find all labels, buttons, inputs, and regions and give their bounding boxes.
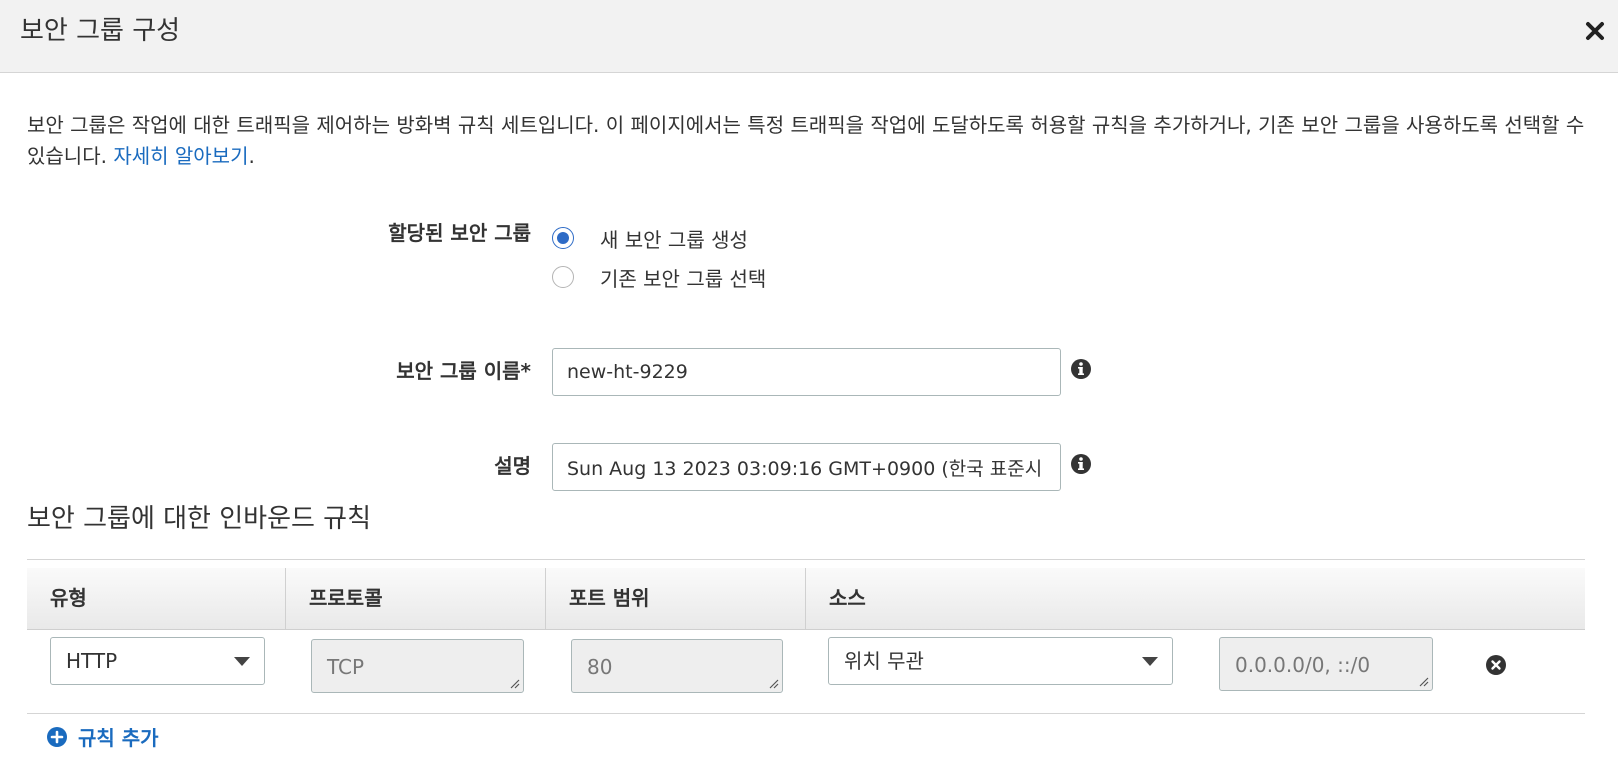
type-select-value: HTTP [66,649,118,673]
column-port-range: 포트 범위 [546,568,806,629]
chevron-down-icon [1142,657,1158,666]
learn-more-link[interactable]: 자세히 알아보기 [113,144,248,168]
column-protocol: 프로토콜 [286,568,546,629]
type-select[interactable]: HTTP [50,637,265,685]
assigned-group-label: 할당된 보안 그룹 [388,221,531,245]
protocol-field: TCP [311,639,524,693]
close-icon[interactable] [1582,18,1608,44]
radio-select-existing[interactable]: 기존 보안 그룹 선택 [552,262,766,292]
intro-body: 보안 그룹은 작업에 대한 트래픽을 제어하는 방화벽 규칙 세트입니다. 이 … [27,113,1585,168]
description-input[interactable] [552,443,1061,491]
column-type: 유형 [27,568,286,629]
dialog-header: 보안 그룹 구성 [0,0,1618,73]
cidr-field: 0.0.0.0/0, ::/0 [1219,637,1433,691]
info-icon[interactable] [1070,453,1092,475]
plus-circle-icon [47,726,67,747]
column-source: 소스 [829,586,866,610]
port-range-field: 80 [571,639,783,693]
group-name-input[interactable] [552,348,1061,396]
radio-button-checked[interactable] [552,227,574,249]
rules-table-header: 유형 프로토콜 포트 범위 소스 [27,568,1585,630]
chevron-down-icon [234,657,250,666]
radio-create-new[interactable]: 새 보안 그룹 생성 [552,223,748,253]
cidr-value: 0.0.0.0/0, ::/0 [1235,653,1371,677]
add-rule-button[interactable]: 규칙 추가 [46,722,159,751]
radio-create-new-label: 새 보안 그룹 생성 [600,227,748,252]
row-divider [27,713,1585,714]
radio-select-existing-label: 기존 보안 그룹 선택 [600,266,767,291]
radio-button-unchecked[interactable] [552,266,574,288]
remove-rule-icon[interactable] [1485,654,1507,676]
port-range-value: 80 [587,655,613,679]
resize-grip-icon[interactable] [769,679,779,689]
section-divider [27,559,1585,560]
source-select[interactable]: 위치 무관 [828,637,1173,685]
description-label: 설명 [494,454,531,478]
resize-grip-icon[interactable] [1419,677,1429,687]
group-name-label: 보안 그룹 이름* [396,359,531,383]
intro-period: . [248,144,255,168]
resize-grip-icon[interactable] [510,679,520,689]
source-select-value: 위치 무관 [844,649,924,673]
info-icon[interactable] [1070,358,1092,380]
protocol-value: TCP [327,655,365,679]
intro-text: 보안 그룹은 작업에 대한 트래픽을 제어하는 방화벽 규칙 세트입니다. 이 … [27,110,1597,172]
dialog-title: 보안 그룹 구성 [20,16,181,46]
inbound-rules-title: 보안 그룹에 대한 인바운드 규칙 [27,504,372,534]
add-rule-label: 규칙 추가 [78,726,159,750]
